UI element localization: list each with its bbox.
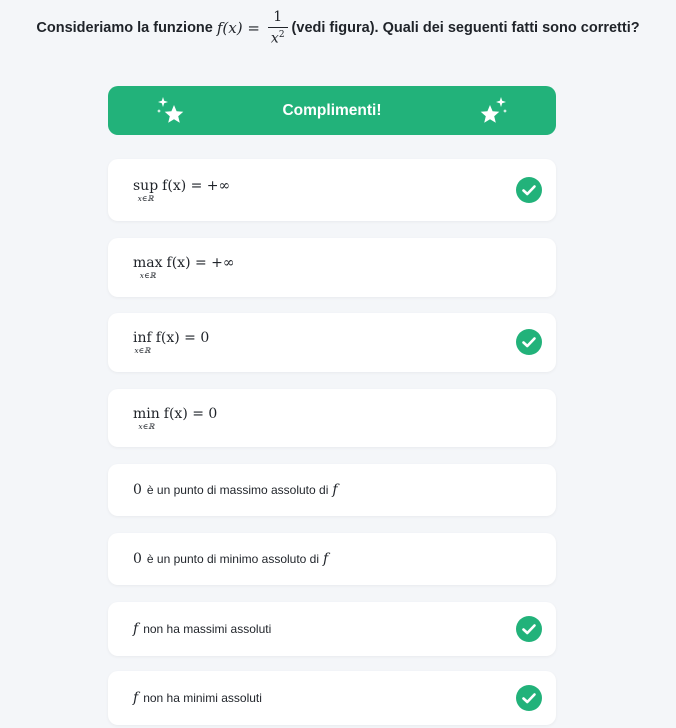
answer-option-inf[interactable]: inf x∈ℝ f(x) = 0 [108,313,556,372]
option-math: min x∈ℝ f(x) = 0 [133,406,217,431]
option-lead-symbol: 0 [133,482,142,498]
answer-option-max[interactable]: max x∈ℝ f(x) = +∞ [108,238,556,297]
question-function: f(x) = [216,19,260,37]
success-banner: Complimenti! [108,86,556,135]
operator-name: min [133,405,160,422]
math-expression: f(x) = 0 [155,330,210,346]
fraction-denominator: x2 [267,27,288,47]
answer-option-massimo[interactable]: 0 è un punto di massimo assoluto di f [108,464,556,516]
check-icon [516,616,542,642]
denominator-exponent: 2 [278,30,285,41]
check-icon [516,329,542,355]
option-label: non ha massimi assoluti [143,622,272,636]
option-text: 0 è un punto di minimo assoluto di f [133,551,328,567]
question-suffix: (vedi figura). Quali dei seguenti fatti … [291,20,640,36]
math-operator: min x∈ℝ [133,406,160,431]
banner-label: Complimenti! [282,101,382,119]
operator-subscript: x∈ℝ [137,193,154,203]
math-operator: max x∈ℝ [133,255,163,280]
question-fraction: 1 x2 [267,9,288,47]
math-expression: f(x) = 0 [163,405,218,422]
option-lead-symbol: f [133,621,139,637]
operator-name: sup [133,177,159,194]
option-text: f non ha massimi assoluti [133,621,271,637]
fraction-numerator: 1 [273,9,283,26]
answer-option-min[interactable]: min x∈ℝ f(x) = 0 [108,389,556,447]
option-math: max x∈ℝ f(x) = +∞ [133,255,235,280]
sparkle-stars-icon [480,97,507,123]
operator-subscript: x∈ℝ [139,271,156,280]
denominator-base: x [270,30,279,47]
check-icon [516,177,542,203]
math-expression: f(x) = +∞ [162,177,231,194]
option-text: f non ha minimi assoluti [133,690,262,706]
option-text: 0 è un punto di massimo assoluto di f [133,482,338,498]
option-lead-symbol: 0 [133,551,142,567]
option-label: non ha minimi assoluti [143,691,262,705]
check-icon [516,685,542,711]
operator-subscript: x∈ℝ [138,421,155,431]
option-math: sup x∈ℝ f(x) = +∞ [133,178,230,203]
option-tail-symbol: f [323,551,329,567]
answer-option-minimo[interactable]: 0 è un punto di minimo assoluto di f [108,533,556,585]
option-label: è un punto di massimo assoluto di [146,483,329,497]
math-expression: f(x) = +∞ [166,255,235,271]
option-tail-symbol: f [332,482,338,498]
option-label: è un punto di minimo assoluto di [146,552,320,566]
math-operator: inf x∈ℝ [133,330,152,355]
math-operator: sup x∈ℝ [133,178,158,203]
operator-name: inf [133,330,152,346]
answer-option-sup[interactable]: sup x∈ℝ f(x) = +∞ [108,159,556,221]
operator-name: max [133,255,163,271]
option-math: inf x∈ℝ f(x) = 0 [133,330,209,355]
option-lead-symbol: f [133,690,139,706]
question-text: Consideriamo la funzione f(x) = 1 x2 (ve… [0,0,676,56]
answer-option-no-massimi[interactable]: f non ha massimi assoluti [108,602,556,656]
sparkle-stars-icon [157,97,184,123]
question-prefix: Consideriamo la funzione [36,20,213,36]
answer-option-no-minimi[interactable]: f non ha minimi assoluti [108,671,556,725]
operator-subscript: x∈ℝ [134,346,151,355]
